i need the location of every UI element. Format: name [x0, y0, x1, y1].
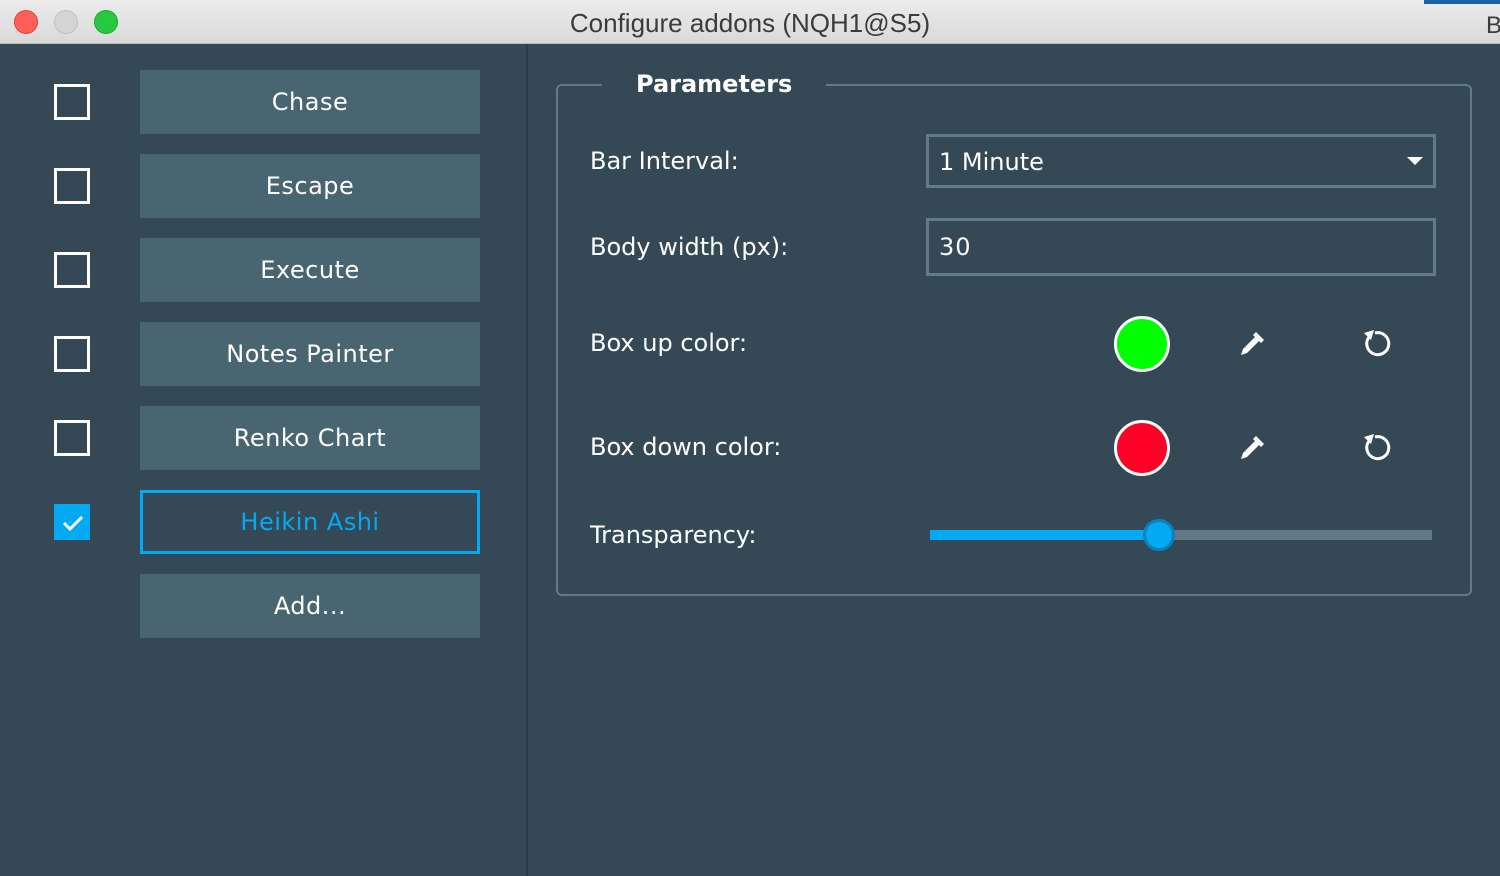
- addon-button-renko-chart[interactable]: Renko Chart: [140, 406, 480, 470]
- transparency-label: Transparency:: [590, 521, 757, 549]
- transparency-slider[interactable]: [930, 519, 1432, 551]
- addon-checkbox-renko-chart[interactable]: [54, 420, 90, 456]
- reset-icon[interactable]: [1355, 324, 1395, 364]
- addon-button-escape[interactable]: Escape: [140, 154, 480, 218]
- eyedropper-icon[interactable]: [1232, 324, 1272, 364]
- add-addon-button[interactable]: Add...: [140, 574, 480, 638]
- bar-interval-select[interactable]: 1 Minute: [926, 134, 1436, 188]
- addon-button-notes-painter[interactable]: Notes Painter: [140, 322, 480, 386]
- bar-interval-value: 1 Minute: [939, 148, 1044, 176]
- addon-checkbox-escape[interactable]: [54, 168, 90, 204]
- addon-checkbox-chase[interactable]: [54, 84, 90, 120]
- background-window-letter: B: [1486, 12, 1500, 39]
- panel-divider[interactable]: [526, 44, 528, 876]
- transparency-slider-fill: [930, 530, 1160, 540]
- addon-checkbox-notes-painter[interactable]: [54, 336, 90, 372]
- addon-checkbox-execute[interactable]: [54, 252, 90, 288]
- parameters-title: Parameters: [602, 70, 827, 98]
- addon-button-chase[interactable]: Chase: [140, 70, 480, 134]
- box-up-color-swatch[interactable]: [1114, 316, 1170, 372]
- addon-checkbox-heikin-ashi[interactable]: [54, 504, 90, 540]
- box-up-color-label: Box up color:: [590, 329, 748, 357]
- box-down-color-swatch[interactable]: [1114, 420, 1170, 476]
- background-window-edge: [1424, 0, 1500, 4]
- addon-button-execute[interactable]: Execute: [140, 238, 480, 302]
- box-down-color-label: Box down color:: [590, 433, 782, 461]
- title-bar: Configure addons (NQH1@S5) B: [0, 0, 1500, 44]
- reset-icon[interactable]: [1355, 428, 1395, 468]
- checkmark-icon: [62, 515, 84, 532]
- bar-interval-label: Bar Interval:: [590, 147, 739, 175]
- body-width-input[interactable]: [926, 218, 1436, 276]
- body-width-label: Body width (px):: [590, 233, 789, 261]
- eyedropper-icon[interactable]: [1232, 428, 1272, 468]
- window-title: Configure addons (NQH1@S5): [569, 8, 931, 38]
- addon-button-heikin-ashi[interactable]: Heikin Ashi: [140, 490, 480, 554]
- dropdown-caret-icon: [1407, 157, 1423, 165]
